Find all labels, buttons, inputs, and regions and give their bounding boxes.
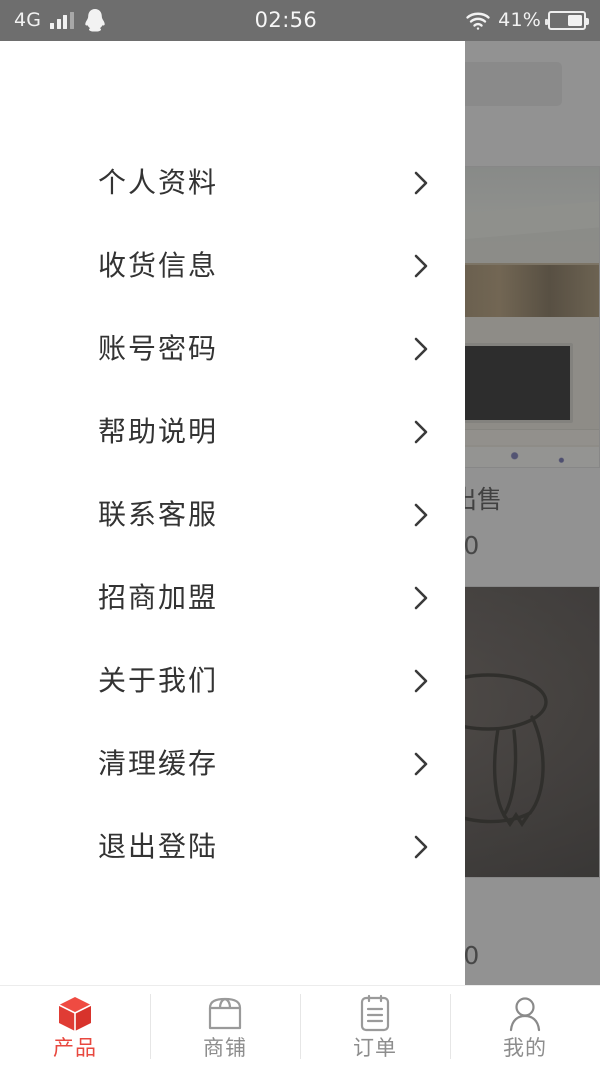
menu-item-label: 账号密码	[98, 331, 219, 365]
tab-label: 商铺	[203, 1035, 247, 1060]
chevron-right-icon	[413, 335, 429, 363]
chevron-right-icon	[413, 750, 429, 778]
menu-item-about-us[interactable]: 关于我们	[0, 639, 465, 722]
menu-item-label: 清理缓存	[98, 746, 219, 780]
menu-item-logout[interactable]: 退出登陆	[0, 805, 465, 888]
tab-label: 我的	[503, 1035, 547, 1060]
status-bar-clock: 02:56	[254, 8, 318, 32]
menu-item-label: 退出登陆	[98, 829, 219, 863]
menu-item-help[interactable]: 帮助说明	[0, 390, 465, 473]
chevron-right-icon	[413, 833, 429, 861]
tab-label: 产品	[53, 1035, 97, 1060]
phone-screen: :0 厅长租或出售 量:0	[0, 0, 600, 1067]
menu-item-label: 帮助说明	[98, 414, 219, 448]
tab-orders[interactable]: 订单	[300, 986, 450, 1067]
menu-item-franchise[interactable]: 招商加盟	[0, 556, 465, 639]
chevron-right-icon	[413, 418, 429, 446]
tab-products[interactable]: 产品	[0, 986, 150, 1067]
clipboard-icon	[358, 994, 392, 1033]
chevron-right-icon	[413, 169, 429, 197]
chevron-right-icon	[413, 252, 429, 280]
tab-mine[interactable]: 我的	[450, 986, 600, 1067]
tab-label: 订单	[353, 1035, 397, 1060]
user-icon	[506, 995, 544, 1033]
menu-item-label: 个人资料	[98, 165, 219, 199]
qq-penguin-icon	[83, 8, 107, 34]
menu-item-account-password[interactable]: 账号密码	[0, 307, 465, 390]
menu-item-contact-service[interactable]: 联系客服	[0, 473, 465, 556]
store-icon	[205, 995, 245, 1033]
settings-drawer: 个人资料 收货信息 账号密码 帮助说明 联系客服 招商加盟 关于我们 清理缓存 …	[0, 41, 465, 985]
chevron-right-icon	[413, 584, 429, 612]
tab-shop[interactable]: 商铺	[150, 986, 300, 1067]
network-type-label: 4G	[14, 9, 42, 31]
menu-item-label: 联系客服	[98, 497, 219, 531]
menu-item-label: 招商加盟	[98, 580, 219, 614]
battery-icon	[545, 11, 589, 30]
bottom-tab-bar: 产品 商铺 订单 我的	[0, 985, 600, 1067]
menu-item-shipping-info[interactable]: 收货信息	[0, 224, 465, 307]
menu-item-label: 收货信息	[98, 248, 219, 282]
battery-percent-label: 41%	[498, 9, 541, 31]
menu-item-label: 关于我们	[98, 663, 219, 697]
chevron-right-icon	[413, 667, 429, 695]
status-bar: 4G 02:56 41%	[0, 0, 600, 41]
menu-item-clear-cache[interactable]: 清理缓存	[0, 722, 465, 805]
signal-bars-icon	[50, 12, 74, 29]
cube-box-icon	[55, 995, 95, 1033]
chevron-right-icon	[413, 501, 429, 529]
menu-item-profile[interactable]: 个人资料	[0, 141, 465, 224]
wifi-icon	[465, 11, 491, 31]
